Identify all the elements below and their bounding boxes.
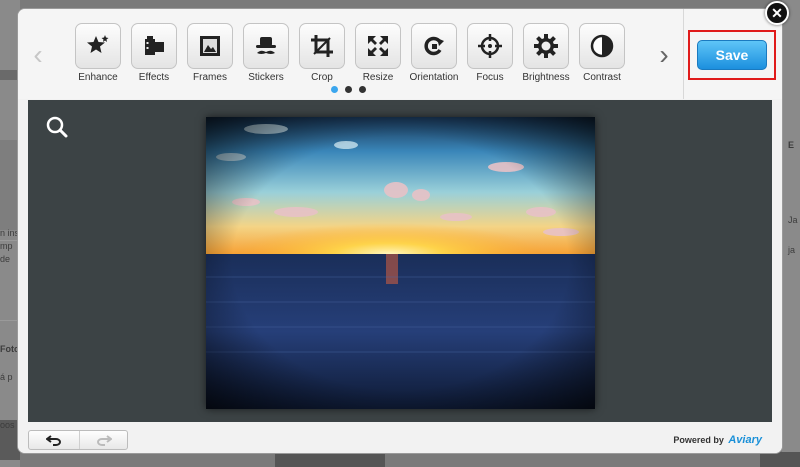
tool-contrast[interactable]: Contrast <box>574 23 630 83</box>
page-dot-active[interactable] <box>331 86 338 93</box>
tool-brightness[interactable]: Brightness <box>518 23 574 83</box>
hat-mustache-icon <box>256 37 276 54</box>
background-thumbnail <box>760 452 800 467</box>
bottom-bar: Powered by Aviary <box>18 422 782 453</box>
background-text: E <box>788 140 795 150</box>
save-highlight-box: Save <box>688 30 776 80</box>
tool-orientation[interactable]: Orientation <box>406 23 462 83</box>
sun-gear-icon <box>534 34 558 58</box>
tool-label: Focus <box>476 72 504 83</box>
redo-button[interactable] <box>79 431 127 449</box>
background-right-column <box>782 0 800 467</box>
tool-label: Orientation <box>409 72 459 83</box>
undo-icon <box>46 435 61 446</box>
tool-focus[interactable]: Focus <box>462 23 518 83</box>
save-button[interactable]: Save <box>697 40 767 70</box>
background-text: Ja <box>788 215 798 225</box>
film-icon <box>145 36 164 55</box>
tool-effects[interactable]: Effects <box>126 23 182 83</box>
crop-icon <box>311 35 333 57</box>
undo-button[interactable] <box>29 431 79 449</box>
background-thumbnail <box>275 452 385 467</box>
frame-icon <box>200 36 220 56</box>
crosshair-icon <box>478 34 502 58</box>
next-tools-arrow[interactable]: › <box>652 39 676 71</box>
half-circle-icon <box>590 34 614 58</box>
toolbar: ‹ Enhance Effects Frames Stickers Crop R… <box>18 9 782 99</box>
background-text: mp <box>0 241 13 251</box>
toolbar-divider <box>683 9 684 99</box>
page-dot[interactable] <box>345 86 352 93</box>
tool-frames[interactable]: Frames <box>182 23 238 83</box>
tool-label: Enhance <box>78 72 118 83</box>
tool-stickers[interactable]: Stickers <box>238 23 294 83</box>
page-dot[interactable] <box>359 86 366 93</box>
redo-icon <box>96 435 112 446</box>
aviary-logo[interactable]: Aviary <box>728 434 762 446</box>
rotate-icon <box>424 36 444 56</box>
tool-label: Contrast <box>583 72 621 83</box>
close-icon[interactable]: ✕ <box>765 1 789 25</box>
star-wand-icon <box>87 35 109 53</box>
sunset-photo <box>206 117 595 409</box>
zoom-magnifier-icon[interactable] <box>44 114 70 140</box>
tool-enhance[interactable]: Enhance <box>70 23 126 83</box>
background-text: de <box>0 254 11 264</box>
tool-label: Brightness <box>522 72 570 83</box>
tool-resize[interactable]: Resize <box>350 23 406 83</box>
tool-label: Effects <box>138 72 170 83</box>
background-text: oos <box>0 420 15 430</box>
undo-redo-group <box>28 430 128 450</box>
powered-by-credit: Powered by Aviary <box>673 434 762 446</box>
photo-editor-modal: ‹ Enhance Effects Frames Stickers Crop R… <box>17 8 783 454</box>
tool-label: Crop <box>311 72 333 83</box>
background-text: ja <box>788 245 796 255</box>
powered-by-label: Powered by <box>673 435 724 445</box>
background-text: á p <box>0 372 13 382</box>
image-canvas <box>28 100 772 422</box>
resize-arrows-icon <box>368 36 388 56</box>
tool-crop[interactable]: Crop <box>294 23 350 83</box>
tool-label: Frames <box>193 72 227 83</box>
tool-label: Resize <box>362 72 394 83</box>
tool-label: Stickers <box>248 72 284 83</box>
previous-tools-arrow[interactable]: ‹ <box>26 39 50 71</box>
